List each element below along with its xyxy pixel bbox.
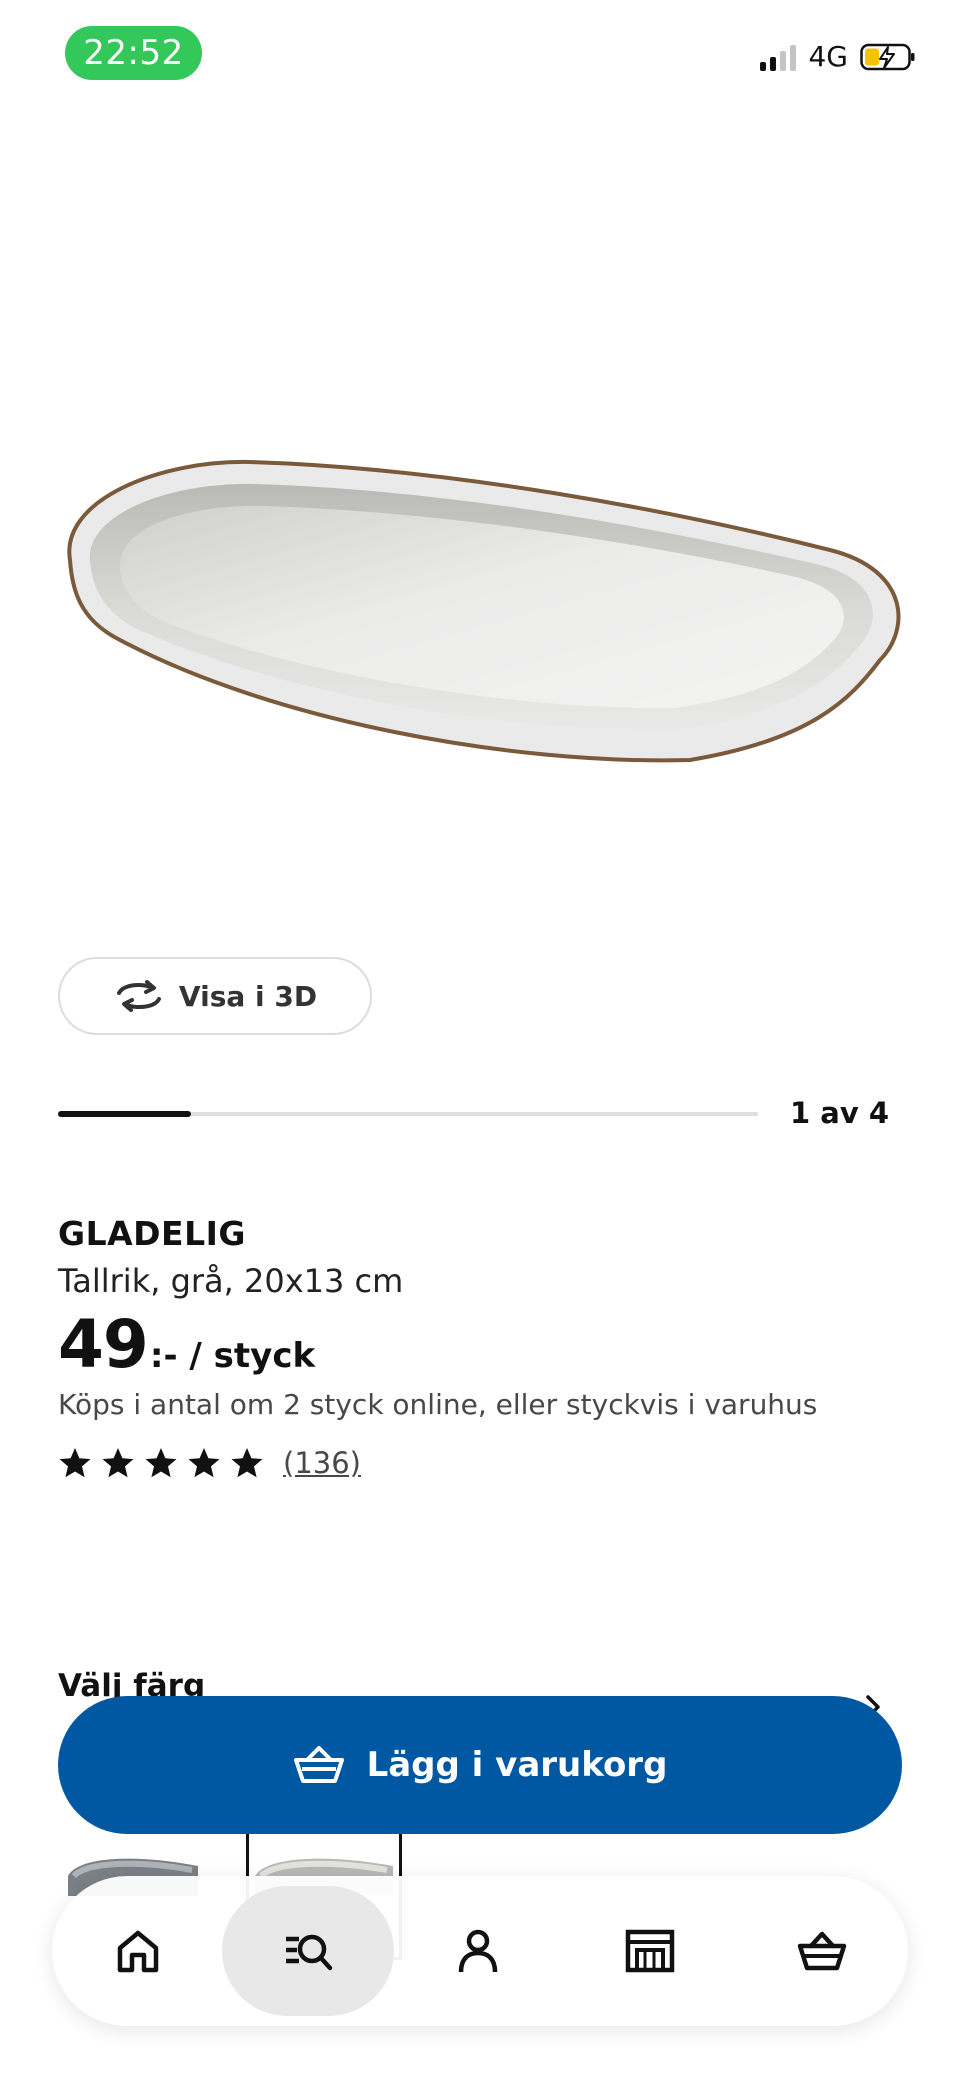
product-image[interactable] bbox=[50, 440, 910, 780]
view-3d-label: Visa i 3D bbox=[178, 979, 318, 1013]
rotate-3d-icon bbox=[116, 980, 161, 1012]
product-price: 49 :- / styck bbox=[58, 1306, 315, 1383]
review-count[interactable]: (136) bbox=[283, 1446, 361, 1480]
star-icon bbox=[102, 1448, 134, 1478]
gallery-progress bbox=[58, 1111, 758, 1117]
star-icon bbox=[59, 1448, 91, 1478]
bottom-navigation bbox=[52, 1876, 908, 2026]
nav-home[interactable] bbox=[52, 1876, 224, 2026]
nav-search[interactable] bbox=[222, 1876, 394, 2026]
battery-charging-icon bbox=[860, 43, 915, 70]
nav-stores[interactable] bbox=[564, 1876, 736, 2026]
add-to-cart-button[interactable]: Lägg i varukorg bbox=[58, 1696, 902, 1834]
network-type: 4G bbox=[808, 40, 848, 73]
cart-icon bbox=[797, 1931, 847, 1971]
product-description: Tallrik, grå, 20x13 cm bbox=[58, 1262, 404, 1300]
star-icon bbox=[145, 1448, 177, 1478]
view-3d-button[interactable]: Visa i 3D bbox=[58, 957, 372, 1035]
price-integer: 49 bbox=[58, 1306, 149, 1383]
nav-profile[interactable] bbox=[392, 1876, 564, 2026]
home-icon bbox=[117, 1930, 159, 1973]
nav-cart[interactable] bbox=[736, 1876, 908, 2026]
price-suffix: :- / styck bbox=[149, 1336, 316, 1376]
gallery-progress-fill bbox=[58, 1111, 191, 1117]
profile-icon bbox=[458, 1929, 498, 1973]
gallery-position: 1 av 4 bbox=[790, 1096, 890, 1130]
add-to-cart-label: Lägg i varukorg bbox=[366, 1745, 668, 1785]
rating-stars bbox=[58, 1446, 273, 1480]
search-icon bbox=[286, 1934, 333, 1971]
signal-icon bbox=[760, 43, 797, 71]
star-icon bbox=[231, 1448, 263, 1478]
product-name: GLADELIG bbox=[58, 1214, 246, 1253]
store-icon bbox=[625, 1929, 675, 1973]
product-rating[interactable]: (136) bbox=[58, 1446, 361, 1480]
status-time: 22:52 bbox=[65, 26, 202, 80]
status-indicators: 4G bbox=[760, 40, 916, 73]
purchase-note: Köps i antal om 2 styck online, eller st… bbox=[58, 1388, 818, 1421]
star-icon bbox=[188, 1448, 220, 1478]
cart-icon bbox=[293, 1746, 344, 1783]
